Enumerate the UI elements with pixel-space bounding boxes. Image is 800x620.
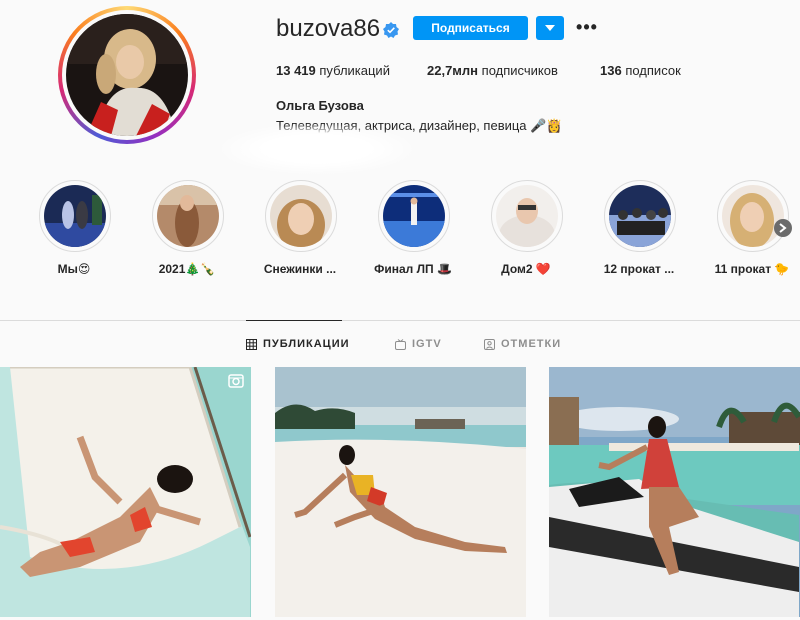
avatar-photo	[66, 14, 188, 136]
followers-link[interactable]: 22,7млн подписчиков	[427, 63, 558, 78]
highlight-label: Мы😍	[57, 262, 91, 276]
active-tab-indicator	[246, 320, 342, 321]
highlight-label: Дом2 ❤️	[501, 262, 551, 276]
more-options-icon[interactable]: •••	[576, 17, 598, 37]
highlight-label: 11 прокат 🐤	[714, 262, 790, 276]
highlight-label: 12 прокат ...	[603, 262, 675, 276]
tab-igtv[interactable]: IGTV	[395, 338, 442, 350]
profile-full-name: Ольга Бузова	[276, 98, 364, 113]
tab-tagged[interactable]: ОТМЕТКИ	[484, 338, 561, 350]
verified-badge-icon	[383, 22, 399, 38]
tagged-icon	[484, 338, 495, 350]
chevron-down-icon	[545, 25, 555, 31]
highlight-label: 2021🎄🍾	[158, 262, 216, 276]
suggestions-dropdown-button[interactable]	[536, 16, 564, 40]
profile-avatar[interactable]	[58, 6, 196, 144]
highlight-label: Снежинки ...	[263, 262, 337, 276]
post-thumbnail[interactable]	[549, 367, 800, 617]
post-thumbnail[interactable]	[0, 367, 251, 617]
chevron-right-icon	[779, 223, 787, 233]
highlights-next-button[interactable]	[774, 219, 792, 237]
igtv-icon	[395, 338, 406, 350]
profile-username: buzova86	[276, 15, 381, 42]
post-thumbnail[interactable]	[275, 367, 526, 617]
highlight-label: Финал ЛП 🎩	[374, 262, 452, 276]
reel-icon	[228, 374, 244, 388]
posts-count: 13 419 публикаций	[276, 63, 390, 78]
tabs-divider	[0, 320, 800, 321]
following-link[interactable]: 136 подписок	[600, 63, 681, 78]
redacted-area	[222, 124, 412, 174]
grid-icon	[246, 338, 257, 350]
follow-button[interactable]: Подписаться	[413, 16, 528, 40]
tab-posts[interactable]: ПУБЛИКАЦИИ	[246, 338, 350, 350]
